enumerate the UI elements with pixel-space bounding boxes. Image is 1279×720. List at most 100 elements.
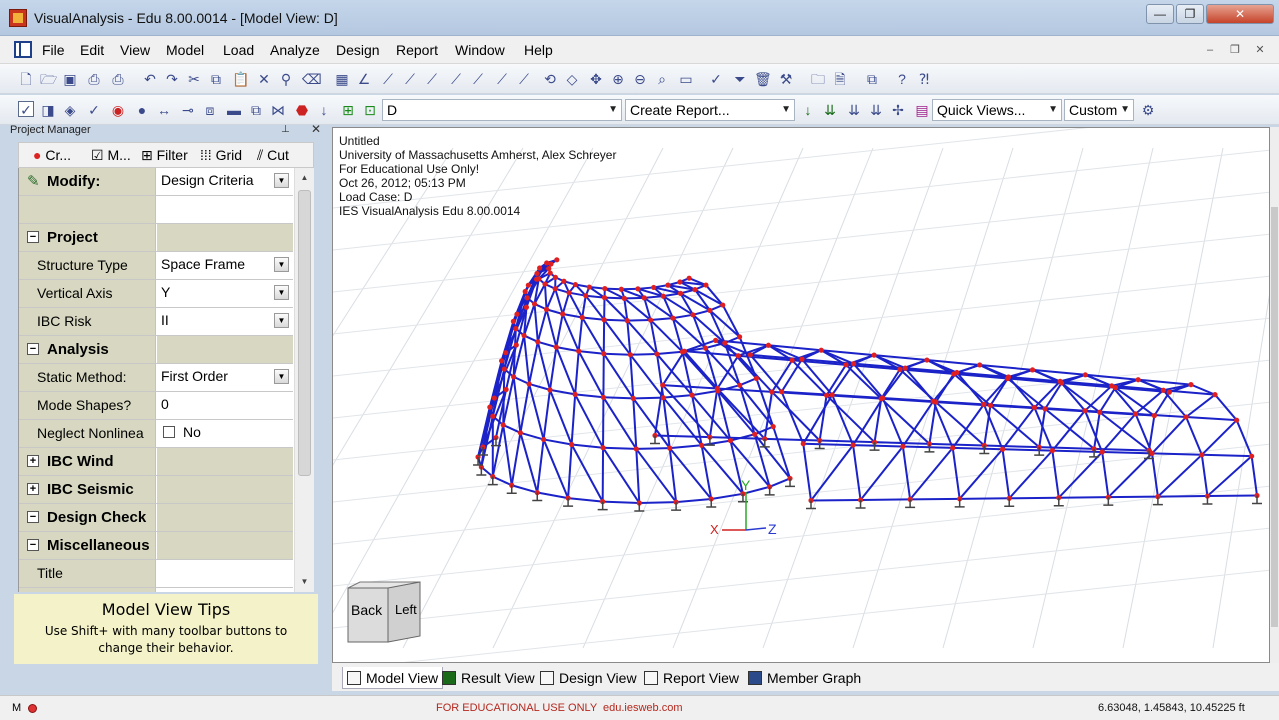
scroll-down-icon[interactable]: ▼ — [295, 574, 314, 590]
load-case-select[interactable]: D ▼ — [382, 99, 622, 121]
property-value[interactable]: 0 — [157, 392, 293, 419]
property-row-modify[interactable]: ✎ Modify: Design Criteria ▼ — [19, 168, 293, 196]
tile-windows-icon[interactable]: ⧉ — [864, 71, 880, 87]
loads-icon[interactable]: ↓ — [316, 102, 332, 118]
menu-view[interactable]: View — [120, 42, 150, 58]
find-icon[interactable]: ⚲ — [278, 71, 294, 87]
tab-design-view[interactable]: Design View — [540, 667, 637, 689]
property-row-structure-type[interactable]: Structure Type Space Frame ▼ — [19, 252, 293, 280]
view-cube-back[interactable]: Back — [351, 602, 382, 618]
print-icon[interactable]: ⎙ — [110, 71, 126, 87]
tools-icon[interactable]: ⚒ — [778, 71, 794, 87]
section-icon[interactable]: ▬ — [226, 102, 242, 118]
copy-icon[interactable]: ⧉ — [208, 71, 224, 87]
move-load-icon[interactable]: ✢ — [890, 102, 906, 118]
expand-icon[interactable]: + — [27, 483, 39, 495]
visualanalysis-logo-icon[interactable] — [9, 9, 27, 27]
collapse-icon[interactable]: − — [27, 343, 39, 355]
property-row-ibc-risk[interactable]: IBC Risk II ▼ — [19, 308, 293, 336]
tab-member-graph[interactable]: Member Graph — [748, 667, 861, 689]
menu-help[interactable]: Help — [524, 42, 553, 58]
property-value[interactable]: First Order ▼ — [157, 364, 293, 391]
property-row-mode-shapes[interactable]: Mode Shapes? 0 — [19, 392, 293, 420]
draw-line-icon[interactable]: ⟋ — [402, 71, 418, 87]
menu-file[interactable]: File — [42, 42, 65, 58]
expand-icon[interactable]: + — [27, 455, 39, 467]
node-display-icon[interactable]: ◉ — [110, 102, 126, 118]
minimize-button[interactable]: — — [1146, 4, 1174, 24]
open-project-icon[interactable]: 🗀 — [810, 71, 826, 87]
scroll-up-icon[interactable]: ▲ — [295, 170, 314, 186]
property-value[interactable]: Design Criteria ▼ — [157, 168, 293, 195]
menu-report[interactable]: Report — [396, 42, 438, 58]
zoom-out-icon[interactable]: ⊖ — [632, 71, 648, 87]
save-icon[interactable]: ▣ — [62, 71, 78, 87]
create-report-select[interactable]: Create Report... ▼ — [625, 99, 795, 121]
spring-icon[interactable]: ⊸ — [180, 102, 196, 118]
tab-model-view[interactable]: Model View — [342, 667, 444, 689]
view-cube-left[interactable]: Left — [395, 602, 417, 617]
dropdown-arrow-icon[interactable]: ▼ — [274, 173, 289, 188]
view-settings-icon[interactable]: ⚙ — [1140, 102, 1156, 118]
draw-truss-icon[interactable]: ⟋ — [424, 71, 440, 87]
draw-area-icon[interactable]: ⟋ — [516, 71, 532, 87]
quick-views-select[interactable]: Quick Views... ▼ — [932, 99, 1062, 121]
collapse-icon[interactable]: − — [27, 231, 39, 243]
tab-modify[interactable]: ☑ M... — [91, 147, 141, 164]
checkbox[interactable] — [163, 426, 175, 438]
property-grid-scrollbar[interactable]: ▲ ▼ — [294, 168, 314, 592]
menu-window[interactable]: Window — [455, 42, 505, 58]
scroll-thumb[interactable] — [298, 190, 311, 476]
property-value[interactable]: Space Frame ▼ — [157, 252, 293, 279]
menu-design[interactable]: Design — [336, 42, 380, 58]
dropdown-arrow-icon[interactable]: ▼ — [274, 285, 289, 300]
zoom-in-icon[interactable]: ⊕ — [610, 71, 626, 87]
redo-icon[interactable]: ↷ — [164, 71, 180, 87]
property-row-neglect-nonlinea[interactable]: Neglect Nonlinea No — [19, 420, 293, 448]
draw-cable-icon[interactable]: ⟋ — [470, 71, 486, 87]
load-case-icon[interactable]: ⊡ — [362, 102, 378, 118]
cut-icon[interactable]: ✂ — [186, 71, 202, 87]
close-button[interactable]: ✕ — [1206, 4, 1274, 24]
menu-analyze[interactable]: Analyze — [270, 42, 320, 58]
zoom-window-icon[interactable]: ⌕ — [654, 71, 670, 87]
print-preview-icon[interactable]: ⎙ — [86, 71, 102, 87]
orbit-icon[interactable]: ◇ — [564, 71, 580, 87]
property-row-vertical-axis[interactable]: Vertical Axis Y ▼ — [19, 280, 293, 308]
filter-icon[interactable]: ⏷ — [732, 71, 748, 87]
property-row-title[interactable]: Title — [19, 560, 293, 588]
property-value[interactable]: Y ▼ — [157, 280, 293, 307]
draw-member-icon[interactable]: ∠ — [356, 71, 372, 87]
materials-icon[interactable]: ◈ — [62, 102, 78, 118]
collapse-icon[interactable]: − — [27, 511, 39, 523]
rotate-icon[interactable]: ⟲ — [542, 71, 558, 87]
open-folder-icon[interactable]: 🗁 — [40, 71, 57, 87]
delete-icon[interactable]: ✕ — [256, 71, 272, 87]
tab-create[interactable]: ● Cr... — [33, 147, 93, 163]
mdi-restore-button[interactable]: ❐ — [1225, 41, 1245, 59]
member-icon[interactable]: ↔ — [156, 102, 172, 118]
model-viewport[interactable]: Y Z X Untitled University of Massachusetts… — [332, 127, 1270, 663]
property-value[interactable]: II ▼ — [157, 308, 293, 335]
view-preset-select[interactable]: Custom ▼ — [1064, 99, 1134, 121]
dropdown-arrow-icon[interactable]: ▼ — [274, 369, 289, 384]
property-row-static-method[interactable]: Static Method: First Order ▼ — [19, 364, 293, 392]
draw-beam-icon[interactable]: ⟋ — [380, 71, 396, 87]
edu-url[interactable]: edu.iesweb.com — [603, 702, 683, 714]
tab-filter[interactable]: ⊞ Filter — [141, 147, 201, 164]
render-icon[interactable]: ◨ — [40, 102, 56, 118]
area-load-icon[interactable]: ⇊ — [846, 102, 862, 118]
grid-icon[interactable]: ▦ — [334, 71, 350, 87]
draw-spring-icon[interactable]: ⟋ — [494, 71, 510, 87]
mdi-minimize-button[interactable]: – — [1200, 41, 1220, 59]
tab-report-view[interactable]: Report View — [644, 667, 739, 689]
tab-grid[interactable]: ⁞⁞⁞ Grid — [200, 147, 256, 163]
pin-icon[interactable]: ⊥ — [281, 124, 290, 135]
new-file-icon[interactable]: 🗋 — [18, 71, 34, 87]
select-mode-icon[interactable]: ✓ — [18, 101, 34, 118]
paste-icon[interactable]: 📋 — [232, 71, 249, 87]
draw-plate-icon[interactable]: ⟋ — [448, 71, 464, 87]
release-icon[interactable]: ⋈ — [270, 102, 286, 118]
quick-views-icon[interactable]: ▤ — [914, 102, 930, 118]
support-icon[interactable]: ⬣ — [294, 102, 310, 118]
